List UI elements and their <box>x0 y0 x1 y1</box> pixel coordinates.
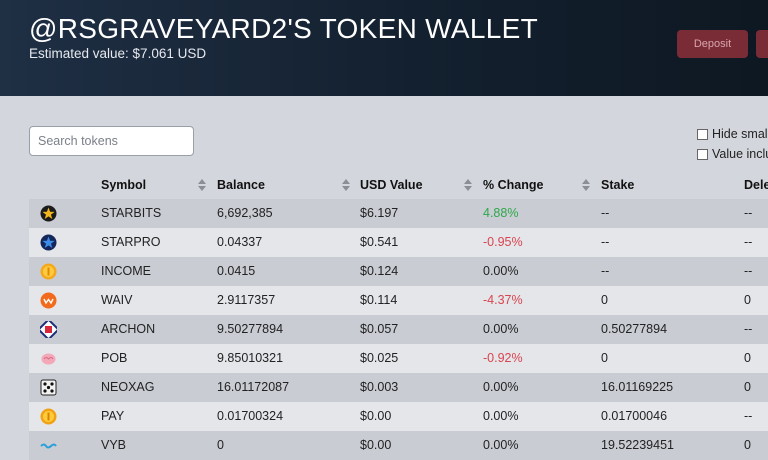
income-icon <box>40 263 57 280</box>
table-row[interactable]: STARPRO 0.04337 $0.541 -0.95% -- -- <box>29 228 768 257</box>
token-symbol: WAIV <box>101 293 133 307</box>
token-delegated: -- <box>744 206 753 220</box>
token-change: 0.00% <box>483 409 519 423</box>
search-input[interactable] <box>29 126 194 156</box>
token-delegated: 0 <box>744 293 751 307</box>
token-usd-value: $0.114 <box>360 293 398 307</box>
column-change[interactable]: % Change <box>483 171 543 199</box>
token-delegated: -- <box>744 322 753 336</box>
token-symbol: VYB <box>101 438 127 452</box>
token-stake: 0 <box>601 351 608 365</box>
token-balance: 6,692,385 <box>217 206 273 220</box>
page-title: @RSGRAVEYARD2'S TOKEN WALLET <box>29 13 538 44</box>
token-symbol: PAY <box>101 409 125 423</box>
token-delegated: 0 <box>744 438 751 452</box>
table-row[interactable]: POB 9.85010321 $0.025 -0.92% 0 0 <box>29 344 768 373</box>
neoxag-icon <box>40 379 57 396</box>
table-header: Symbol Balance USD Value % Change Stake … <box>29 171 768 199</box>
token-change: -0.95% <box>483 235 523 249</box>
sort-icon[interactable] <box>342 179 350 191</box>
vyb-icon <box>40 437 57 454</box>
token-usd-value: $0.00 <box>360 409 392 423</box>
archon-icon <box>37 318 60 341</box>
withdraw-button[interactable] <box>756 30 768 58</box>
token-usd-value: $6.197 <box>360 206 399 220</box>
column-balance[interactable]: Balance <box>217 171 265 199</box>
table-row[interactable]: STARBITS 6,692,385 $6.197 4.88% -- -- <box>29 199 768 228</box>
token-symbol: ARCHON <box>101 322 156 336</box>
column-symbol[interactable]: Symbol <box>101 171 146 199</box>
table-row[interactable]: INCOME 0.0415 $0.124 0.00% -- -- <box>29 257 768 286</box>
value-included-filter[interactable]: Value inclu <box>697 147 768 161</box>
token-change: -4.37% <box>483 293 523 307</box>
token-change: -0.92% <box>483 351 523 365</box>
sort-icon[interactable] <box>464 179 472 191</box>
token-balance: 16.01172087 <box>217 380 290 394</box>
token-balance: 0.0415 <box>217 264 256 278</box>
starbits-icon <box>40 205 57 222</box>
token-stake: -- <box>601 235 610 249</box>
column-usd-value[interactable]: USD Value <box>360 171 423 199</box>
token-symbol: NEOXAG <box>101 380 155 394</box>
token-symbol: STARPRO <box>101 235 161 249</box>
token-stake: -- <box>601 206 610 220</box>
token-stake: 19.52239451 <box>601 438 674 452</box>
token-stake: 0.50277894 <box>601 322 668 336</box>
column-stake[interactable]: Stake <box>601 171 634 199</box>
pob-icon <box>40 350 57 367</box>
token-delegated: -- <box>744 409 753 423</box>
token-delegated: 0 <box>744 380 751 394</box>
sort-icon[interactable] <box>198 179 206 191</box>
token-symbol: INCOME <box>101 264 151 278</box>
token-change: 0.00% <box>483 322 519 336</box>
token-usd-value: $0.124 <box>360 264 399 278</box>
pay-icon <box>40 408 57 425</box>
token-delegated: 0 <box>744 351 751 365</box>
token-usd-value: $0.057 <box>360 322 399 336</box>
token-usd-value: $0.541 <box>360 235 399 249</box>
table-row[interactable]: ARCHON 9.50277894 $0.057 0.00% 0.50277894 -- <box>29 315 768 344</box>
estimated-value: Estimated value: $7.061 USD <box>29 46 207 61</box>
wallet-header: @RSGRAVEYARD2'S TOKEN WALLET Estimated v… <box>0 0 768 96</box>
table-row[interactable]: VYB 0 $0.00 0.00% 19.52239451 0 <box>29 431 768 460</box>
token-symbol: STARBITS <box>101 206 162 220</box>
token-stake: 0.01700046 <box>601 409 668 423</box>
token-usd-value: $0.00 <box>360 438 392 452</box>
token-balance: 0 <box>217 438 224 452</box>
token-balance: 0.01700324 <box>217 409 284 423</box>
table-row[interactable]: WAIV 2.9117357 $0.114 -4.37% 0 0 <box>29 286 768 315</box>
value-included-label: Value inclu <box>712 147 768 161</box>
token-stake: 0 <box>601 293 608 307</box>
token-stake: 16.01169225 <box>601 380 674 394</box>
token-change: 0.00% <box>483 380 519 394</box>
starpro-icon <box>40 234 57 251</box>
table-row[interactable]: PAY 0.01700324 $0.00 0.00% 0.01700046 -- <box>29 402 768 431</box>
token-usd-value: $0.003 <box>360 380 399 394</box>
token-balance: 9.50277894 <box>217 322 284 336</box>
token-stake: -- <box>601 264 610 278</box>
value-included-checkbox[interactable] <box>697 148 708 160</box>
hide-small-checkbox[interactable] <box>697 128 708 140</box>
token-change: 0.00% <box>483 264 519 278</box>
token-balance: 2.9117357 <box>217 293 276 307</box>
token-change: 4.88% <box>483 206 519 220</box>
token-balance: 9.85010321 <box>217 351 284 365</box>
token-balance: 0.04337 <box>217 235 263 249</box>
token-change: 0.00% <box>483 438 519 452</box>
column-delegated[interactable]: Dele <box>744 171 768 199</box>
token-delegated: -- <box>744 235 753 249</box>
token-delegated: -- <box>744 264 753 278</box>
waiv-icon <box>40 292 57 309</box>
sort-icon[interactable] <box>582 179 590 191</box>
table-row[interactable]: NEOXAG 16.01172087 $0.003 0.00% 16.01169225 0 <box>29 373 768 402</box>
hide-small-filter[interactable]: Hide small <box>697 127 768 141</box>
deposit-button[interactable]: Deposit <box>677 30 748 58</box>
token-usd-value: $0.025 <box>360 351 399 365</box>
token-symbol: POB <box>101 351 128 365</box>
hide-small-label: Hide small <box>712 127 768 141</box>
